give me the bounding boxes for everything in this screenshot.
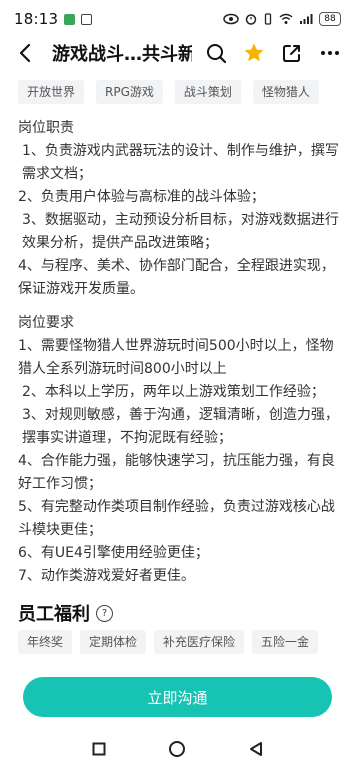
help-icon[interactable]: ?: [96, 604, 113, 622]
wifi-icon: [279, 13, 293, 24]
status-time: 18:13: [14, 10, 59, 28]
requirement-item: 4、合作能力强，能够快速学习，抗压能力强，有良好工作习惯；: [18, 453, 335, 492]
duty-item: 4、与程序、美术、协作部门配合，全程跟进实现，保证游戏开发质量。: [18, 258, 335, 297]
circle-icon: [169, 741, 186, 757]
recent-apps-button[interactable]: [88, 738, 110, 760]
requirement-item: 3、对规则敏感，善于沟通，逻辑清晰，创造力强，摆事实讲道理，不拘泥既有经验；: [22, 407, 339, 446]
triangle-back-icon: [249, 742, 262, 756]
requirement-item: 6、有UE4引擎使用经验更佳；: [18, 545, 209, 561]
share-icon: [283, 45, 300, 62]
system-back-button[interactable]: [245, 738, 267, 760]
benefit-tag: 年终奖: [18, 630, 73, 654]
job-duties-section: 岗位职责 1、负责游戏内武器玩法的设计、制作与维护，撰写需求文档； 2、负责用户…: [18, 117, 340, 301]
benefit-tag: 定期体检: [80, 630, 147, 654]
battery-indicator: 88: [319, 12, 341, 26]
requirement-item: 1、需要怪物猎人世界游玩时间500小时以上，怪物猎人全系列游玩时间800小时以上: [18, 338, 334, 377]
benefit-tag: 五险一金: [252, 630, 319, 654]
home-button[interactable]: [166, 738, 188, 760]
benefits-heading: 员工福利 ?: [18, 600, 113, 626]
system-nav-bar: [0, 730, 355, 768]
job-tags: 开放世界 RPG游戏 战斗策划 怪物猎人: [18, 80, 319, 104]
job-tag: 怪物猎人: [252, 80, 319, 104]
requirements-title: 岗位要求: [18, 315, 74, 331]
vibrate-icon: [264, 13, 272, 25]
duty-item: 3、数据驱动，主动预设分析目标，对游戏数据进行效果分析，提供产品改进策略；: [22, 212, 339, 251]
eye-icon: [223, 13, 239, 25]
back-arrow-icon: [19, 43, 31, 63]
back-button[interactable]: [12, 40, 38, 66]
job-requirements-section: 岗位要求 1、需要怪物猎人世界游玩时间500小时以上，怪物猎人全系列游玩时间80…: [18, 312, 340, 588]
more-icon: [321, 51, 339, 55]
duty-item: 2、负责用户体验与高标准的战斗体验；: [18, 189, 265, 205]
benefit-tag: 补充医疗保险: [154, 630, 245, 654]
benefit-tags: 年终奖 定期体检 补充医疗保险 五险一金: [18, 630, 319, 654]
requirement-item: 5、有完整动作类项目制作经验，负责过游戏核心战斗模块更佳；: [18, 499, 335, 538]
search-icon: [207, 44, 227, 64]
requirement-item: 7、动作类游戏爱好者更佳。: [18, 568, 195, 584]
job-tag: 战斗策划: [174, 80, 241, 104]
alarm-icon: [245, 14, 257, 25]
status-right: 88: [223, 12, 341, 26]
page-title: 游戏战斗…共斗新游: [52, 44, 192, 65]
more-button[interactable]: [317, 40, 343, 66]
requirement-item: 2、本科以上学历，两年以上游戏策划工作经验；: [22, 384, 325, 400]
search-button[interactable]: [203, 40, 229, 66]
duty-item: 1、负责游戏内武器玩法的设计、制作与维护，撰写需求文档；: [22, 143, 339, 182]
benefits-title: 员工福利: [18, 604, 90, 625]
app-bar: 游戏战斗…共斗新游: [0, 38, 355, 68]
duties-title: 岗位职责: [18, 120, 74, 136]
favorite-button[interactable]: [241, 40, 267, 66]
status-bar: 18:13 88: [0, 0, 355, 38]
status-left: 18:13: [14, 10, 93, 28]
app-bar-actions: [203, 40, 343, 66]
star-icon: [244, 43, 264, 62]
contact-now-button[interactable]: 立即沟通: [23, 677, 332, 717]
job-tag: 开放世界: [18, 80, 85, 104]
share-button[interactable]: [279, 40, 305, 66]
image-notification-icon: [81, 13, 93, 25]
job-tag: RPG游戏: [96, 80, 163, 104]
app-notification-icon: [64, 13, 76, 25]
signal-icon: [300, 14, 313, 24]
square-icon: [92, 742, 106, 756]
